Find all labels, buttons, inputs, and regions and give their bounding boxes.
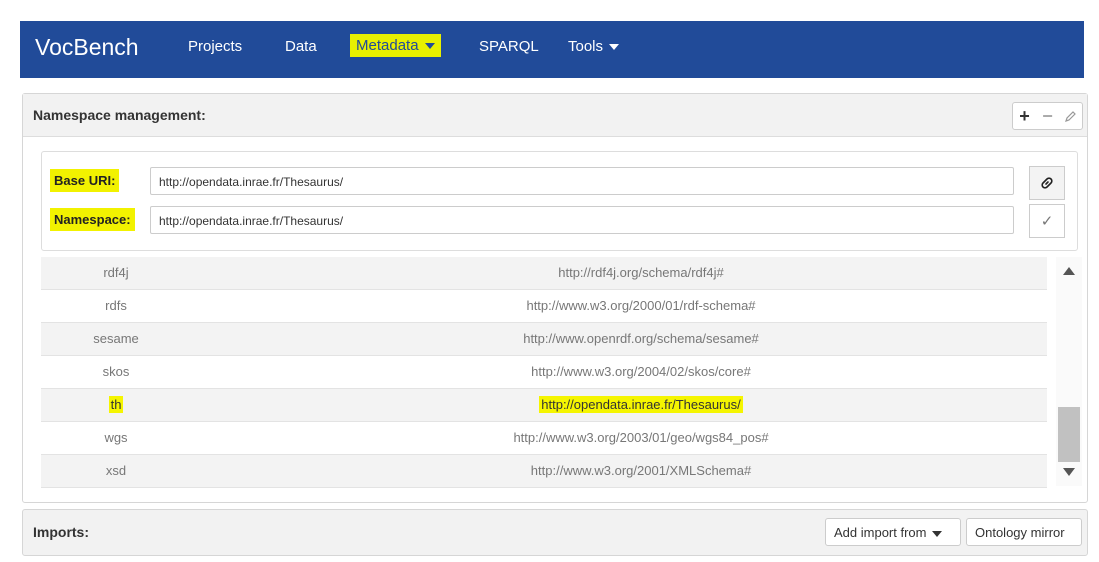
top-navbar: VocBench Projects Data Metadata SPARQL T… <box>20 21 1084 78</box>
caret-down-icon <box>424 43 435 50</box>
namespace-panel-header: Namespace management: + − <box>23 94 1087 137</box>
table-row[interactable]: rdfs http://www.w3.org/2000/01/rdf-schem… <box>41 290 1047 323</box>
table-row[interactable]: skos http://www.w3.org/2004/02/skos/core… <box>41 356 1047 389</box>
scroll-down-icon[interactable] <box>1063 468 1075 476</box>
row-namespace: http://www.w3.org/2004/02/skos/core# <box>531 364 751 379</box>
scroll-up-icon[interactable] <box>1063 267 1075 275</box>
table-row[interactable]: wgs http://www.w3.org/2003/01/geo/wgs84_… <box>41 422 1047 455</box>
nav-tools[interactable]: Tools <box>568 38 620 55</box>
add-import-label: Add import from <box>834 525 927 540</box>
row-prefix: rdfs <box>105 298 127 313</box>
row-prefix: rdf4j <box>103 265 129 280</box>
namespace-field[interactable]: http://opendata.inrae.fr/Thesaurus/ <box>150 206 1014 234</box>
row-prefix: skos <box>102 364 130 379</box>
table-row[interactable]: rdf4j http://rdf4j.org/schema/rdf4j# <box>41 257 1047 290</box>
table-row[interactable]: sesame http://www.openrdf.org/schema/ses… <box>41 323 1047 356</box>
row-namespace: http://rdf4j.org/schema/rdf4j# <box>558 265 724 280</box>
nav-data[interactable]: Data <box>285 38 317 55</box>
check-icon[interactable]: ✓ <box>1029 204 1065 238</box>
table-row[interactable]: xsd http://www.w3.org/2001/XMLSchema# <box>41 455 1047 488</box>
caret-down-icon <box>609 44 620 51</box>
row-prefix: sesame <box>93 331 139 346</box>
row-namespace: http://www.w3.org/2003/01/geo/wgs84_pos# <box>513 430 769 445</box>
row-prefix: th <box>41 396 191 413</box>
row-namespace: http://www.w3.org/2001/XMLSchema# <box>530 463 752 478</box>
row-namespace: http://www.w3.org/2000/01/rdf-schema# <box>526 298 756 313</box>
imports-panel: Imports: Add import from Ontology mirror <box>22 509 1088 556</box>
table-row-highlighted[interactable]: th http://opendata.inrae.fr/Thesaurus/ <box>41 389 1047 422</box>
imports-title: Imports: <box>33 524 89 540</box>
panel-title: Namespace management: <box>33 107 206 123</box>
row-namespace: http://www.openrdf.org/schema/sesame# <box>523 331 759 346</box>
nav-metadata-label: Metadata <box>356 37 419 54</box>
row-prefix: wgs <box>104 430 128 445</box>
namespace-toolbar: + − <box>1012 102 1083 130</box>
nav-projects[interactable]: Projects <box>188 38 242 55</box>
base-uri-label: Base URI: <box>50 169 120 192</box>
add-import-button[interactable]: Add import from <box>825 518 961 546</box>
remove-icon[interactable]: − <box>1036 103 1059 129</box>
nav-sparql[interactable]: SPARQL <box>479 38 539 55</box>
row-namespace: http://opendata.inrae.fr/Thesaurus/ <box>241 396 1041 413</box>
link-icon[interactable] <box>1029 166 1065 200</box>
add-icon[interactable]: + <box>1013 103 1036 129</box>
base-uri-form: Base URI: http://opendata.inrae.fr/Thesa… <box>41 151 1078 251</box>
nav-metadata[interactable]: Metadata <box>350 34 441 57</box>
ontology-mirror-button[interactable]: Ontology mirror <box>966 518 1082 546</box>
brand-logo[interactable]: VocBench <box>35 34 139 61</box>
nav-tools-label: Tools <box>568 38 604 55</box>
list-scrollbar[interactable] <box>1056 257 1082 486</box>
base-uri-field[interactable]: http://opendata.inrae.fr/Thesaurus/ <box>150 167 1014 195</box>
edit-icon[interactable] <box>1059 103 1082 129</box>
namespace-list: rdf4j http://rdf4j.org/schema/rdf4j# rdf… <box>41 257 1047 488</box>
highlighted-prefix: th <box>108 396 124 413</box>
namespace-label: Namespace: <box>50 208 135 231</box>
highlighted-namespace: http://opendata.inrae.fr/Thesaurus/ <box>539 396 743 413</box>
row-prefix: xsd <box>105 463 127 478</box>
caret-down-icon <box>932 530 943 537</box>
namespace-panel: Namespace management: + − Base URI: http… <box>22 93 1088 503</box>
scroll-thumb[interactable] <box>1058 407 1080 462</box>
